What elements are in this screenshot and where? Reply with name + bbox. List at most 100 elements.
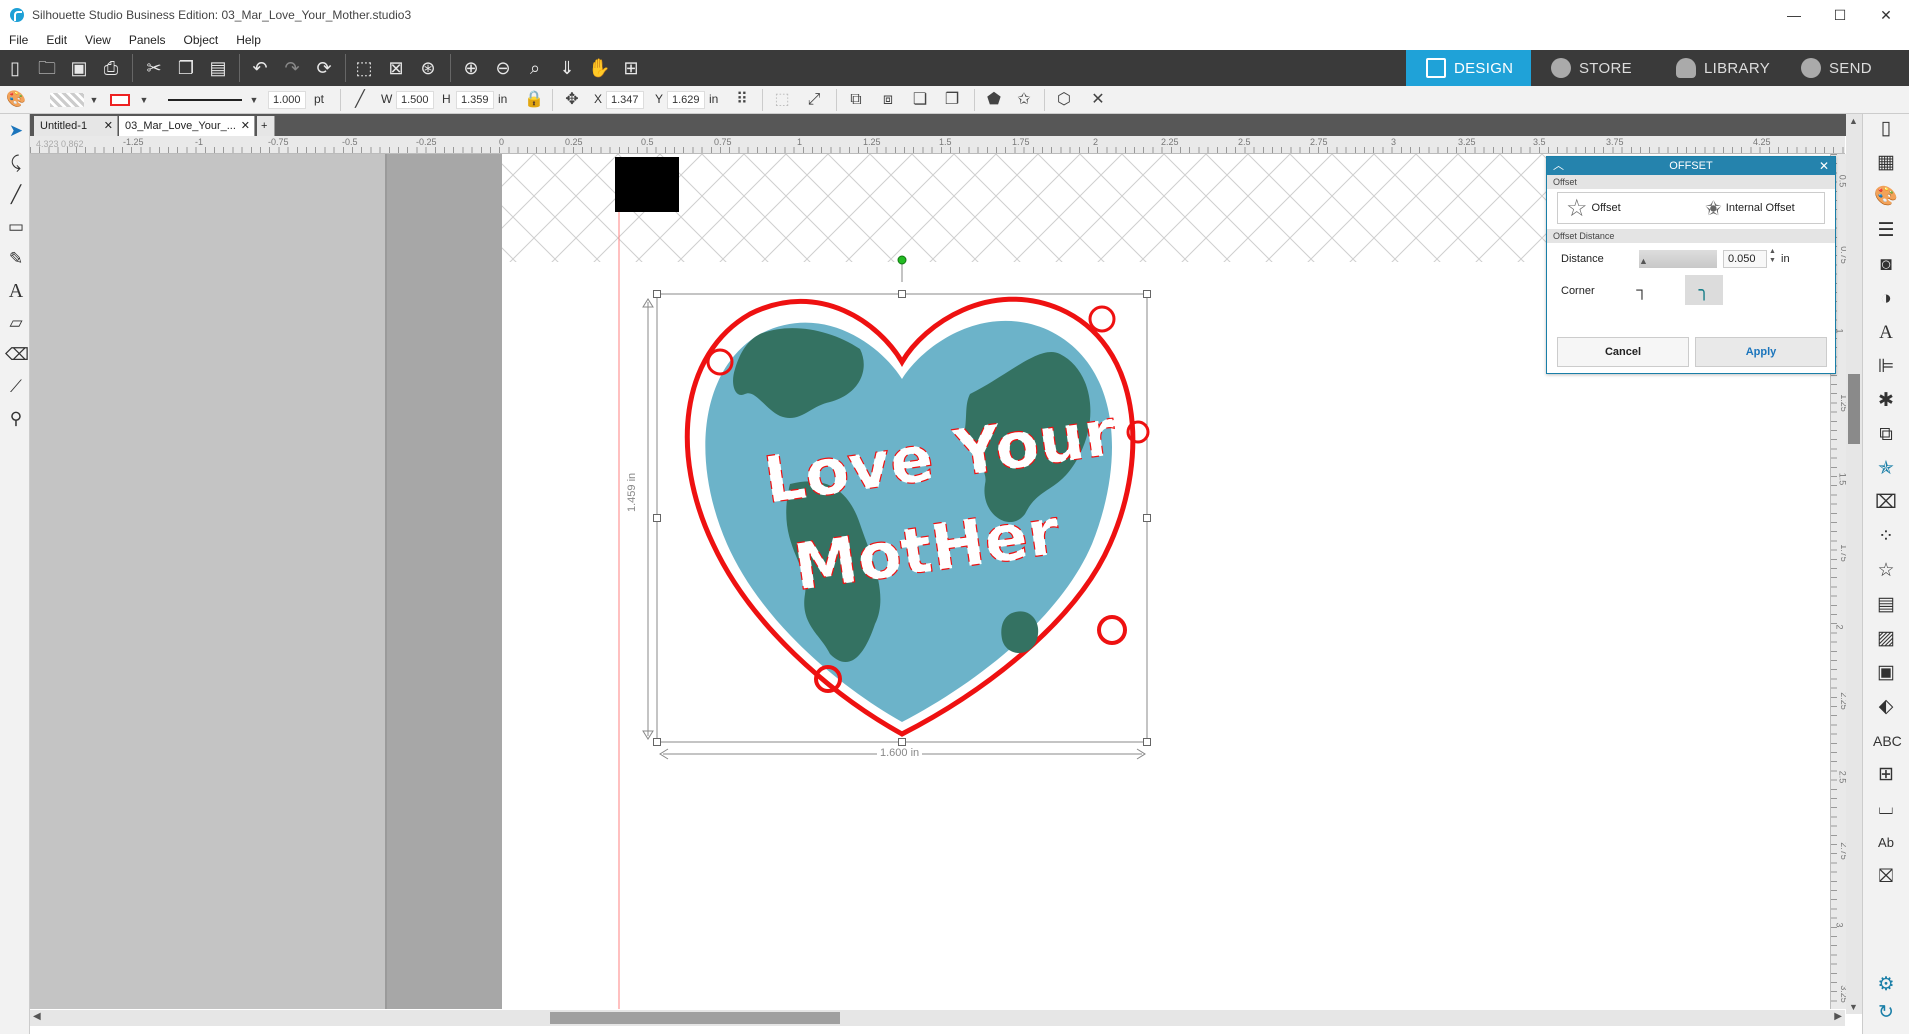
- resize-handle[interactable]: [1143, 290, 1151, 298]
- minimize-button[interactable]: —: [1771, 0, 1817, 30]
- resize-handle[interactable]: [1143, 738, 1151, 746]
- layers-icon[interactable]: ▤: [1873, 592, 1899, 618]
- internal-offset-button[interactable]: ✬ Internal Offset: [1685, 193, 1824, 223]
- close-tab-icon[interactable]: ✕: [104, 116, 113, 136]
- resize-handle[interactable]: [653, 738, 661, 746]
- cut-icon[interactable]: ✂: [143, 58, 165, 78]
- align-grid-icon[interactable]: ⠿: [732, 90, 752, 110]
- vertical-scrollbar[interactable]: ▲ ▼: [1846, 114, 1862, 1014]
- line-style-icon[interactable]: ☰: [1873, 218, 1899, 244]
- cancel-button[interactable]: Cancel: [1557, 337, 1689, 367]
- add-tab-button[interactable]: +: [257, 116, 275, 136]
- drag-down-icon[interactable]: ⇓: [556, 58, 578, 78]
- doc-tab-untitled[interactable]: Untitled-1 ✕: [34, 116, 118, 136]
- bring-forward-icon[interactable]: ❏: [910, 90, 930, 110]
- ungroup-icon[interactable]: ⧈: [878, 90, 898, 110]
- resize-handle[interactable]: [653, 514, 661, 522]
- font-library-icon[interactable]: ABC: [1873, 728, 1902, 754]
- fill-palette-icon[interactable]: 🎨: [1873, 184, 1899, 210]
- select-arrow-icon[interactable]: ➤: [5, 120, 27, 142]
- fill-pattern-swatch[interactable]: [50, 93, 84, 107]
- image-effects-icon[interactable]: ◙: [1873, 252, 1899, 278]
- pixscan-icon[interactable]: ▦: [1873, 150, 1899, 176]
- doc-tab-love-your-mother[interactable]: 03_Mar_Love_Your_... ✕: [119, 116, 255, 136]
- warp-icon[interactable]: ⬖: [1873, 694, 1899, 720]
- settings-gear-icon[interactable]: ⚙: [1873, 972, 1899, 998]
- distance-stepper[interactable]: ▲ ▼: [1769, 247, 1776, 265]
- rotate-icon[interactable]: ⤢: [804, 90, 824, 110]
- deselect-icon[interactable]: ⊠: [385, 58, 407, 78]
- pencil-tool-icon[interactable]: ✎: [5, 248, 27, 270]
- sketch-tool-icon[interactable]: ▱: [5, 312, 27, 334]
- knife-tool-icon[interactable]: ⟋: [5, 376, 27, 398]
- zoom-in-icon[interactable]: ⊕: [460, 58, 482, 78]
- menu-panels[interactable]: Panels: [120, 33, 175, 47]
- trace-icon[interactable]: ⌧: [1873, 490, 1899, 516]
- eraser-tool-icon[interactable]: ⌫: [5, 344, 29, 366]
- text-style-icon[interactable]: A: [1873, 320, 1899, 346]
- line-style-swatch[interactable]: [168, 99, 242, 101]
- point-edit-icon[interactable]: ⤹: [5, 152, 27, 174]
- fit-to-page-icon[interactable]: ⊞: [620, 58, 642, 78]
- resize-handle[interactable]: [1143, 514, 1151, 522]
- undo-icon[interactable]: ↶: [249, 58, 271, 78]
- x-field[interactable]: 1.347: [606, 91, 644, 109]
- select-all-icon[interactable]: ⬚: [353, 58, 375, 78]
- 3d-box-icon[interactable]: ⬡: [1054, 90, 1074, 110]
- tab-library[interactable]: LIBRARY: [1656, 50, 1781, 86]
- offset-button[interactable]: ☆ Offset: [1558, 193, 1685, 223]
- zoom-out-icon[interactable]: ⊖: [492, 58, 514, 78]
- vertical-scroll-thumb[interactable]: [1848, 374, 1860, 444]
- offset-panel-icon[interactable]: ✯: [1873, 456, 1899, 482]
- transform-icon[interactable]: ⬚: [772, 90, 792, 110]
- chevron-down-icon[interactable]: ▼: [134, 90, 154, 110]
- apply-button[interactable]: Apply: [1695, 337, 1827, 367]
- sharp-corner-icon[interactable]: ┐: [1629, 279, 1655, 303]
- sketch-panel-icon[interactable]: ▨: [1873, 626, 1899, 652]
- text-to-path-icon[interactable]: Ab: [1873, 830, 1899, 856]
- transparency-icon[interactable]: ◑: [1873, 286, 1899, 312]
- refresh-icon[interactable]: ↻: [1873, 1000, 1899, 1026]
- width-field[interactable]: 1.500: [396, 91, 434, 109]
- weld-icon[interactable]: ⬟: [984, 90, 1004, 110]
- nesting-icon[interactable]: ⊞: [1873, 762, 1899, 788]
- close-window-button[interactable]: ✕: [1863, 0, 1909, 30]
- paste-icon[interactable]: ▤: [207, 58, 229, 78]
- tab-design[interactable]: DESIGN: [1406, 50, 1531, 86]
- offset-star-icon[interactable]: ✩: [1014, 90, 1034, 110]
- resize-handle[interactable]: [653, 290, 661, 298]
- print-icon[interactable]: ⎙: [100, 58, 122, 78]
- line-weight-field[interactable]: 1.000: [268, 91, 306, 109]
- resize-handle[interactable]: [898, 290, 906, 298]
- close-tab-icon[interactable]: ✕: [241, 116, 250, 136]
- pattern-icon[interactable]: ⛝: [1873, 864, 1899, 890]
- menu-edit[interactable]: Edit: [37, 33, 76, 47]
- text-tool-icon[interactable]: A: [5, 280, 27, 302]
- favorites-star-icon[interactable]: ☆: [1873, 558, 1899, 584]
- rounded-corner-icon[interactable]: ╮: [1685, 275, 1723, 305]
- line-color-swatch[interactable]: [110, 94, 130, 106]
- close-panel-icon[interactable]: ✕: [1819, 157, 1829, 175]
- align-icon[interactable]: ⊫: [1873, 354, 1899, 380]
- menu-file[interactable]: File: [0, 33, 37, 47]
- replicate-icon[interactable]: ▣: [1873, 660, 1899, 686]
- horizontal-scroll-thumb[interactable]: [550, 1012, 840, 1024]
- modify-icon[interactable]: ⧉: [1873, 422, 1899, 448]
- chevron-down-icon[interactable]: ▼: [244, 90, 264, 110]
- maximize-button[interactable]: ☐: [1817, 0, 1863, 30]
- send-backward-icon[interactable]: ❐: [942, 90, 962, 110]
- y-field[interactable]: 1.629: [667, 91, 705, 109]
- menu-help[interactable]: Help: [227, 33, 270, 47]
- redo-icon[interactable]: ↷: [281, 58, 303, 78]
- eyedropper-tool-icon[interactable]: ⚲: [5, 408, 27, 430]
- copy-icon[interactable]: ❐: [175, 58, 197, 78]
- menu-object[interactable]: Object: [175, 33, 228, 47]
- collapse-icon[interactable]: ︿: [1553, 157, 1564, 175]
- tab-store[interactable]: STORE: [1531, 50, 1656, 86]
- rectangle-tool-icon[interactable]: ▭: [5, 216, 27, 238]
- rhinestone-icon[interactable]: ⁘: [1873, 524, 1899, 550]
- lock-icon[interactable]: 🔒: [524, 90, 544, 110]
- cup-wrap-icon[interactable]: ⌴: [1873, 796, 1899, 822]
- distance-field[interactable]: 0.050: [1723, 250, 1767, 268]
- group-icon[interactable]: ⧉: [846, 90, 866, 110]
